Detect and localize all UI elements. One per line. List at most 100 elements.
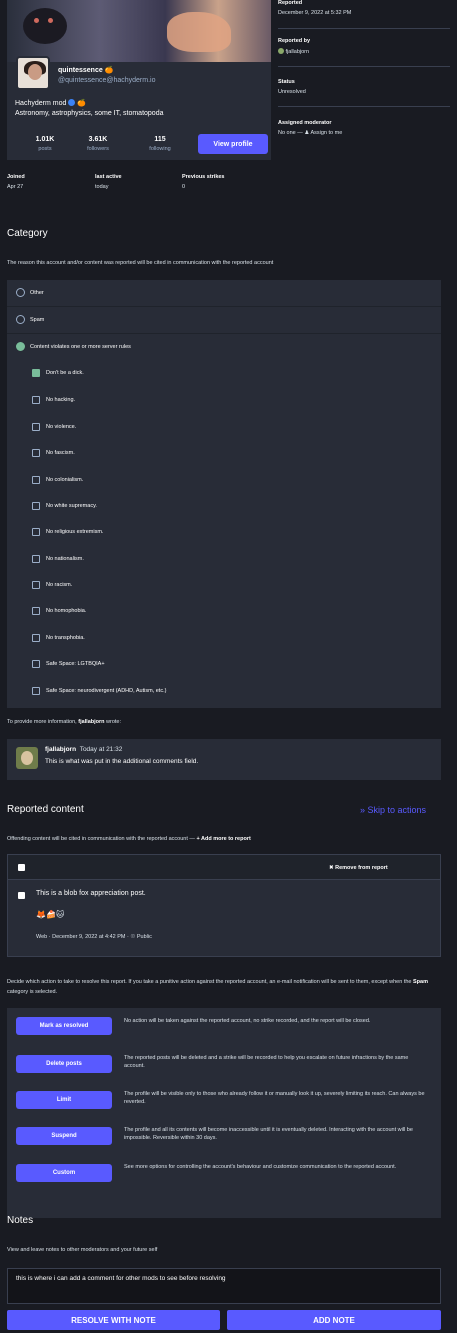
commenter-name[interactable]: fjallabjorn — [45, 746, 76, 753]
rule-option[interactable]: No violence. — [25, 418, 325, 438]
notes-title: Notes — [7, 1215, 34, 1226]
rule-label: Don't be a dick. — [46, 370, 84, 376]
verified-icon — [68, 99, 76, 106]
stat-followers[interactable]: 3.61K followers — [73, 136, 123, 152]
suspend-button[interactable]: Suspend — [16, 1127, 112, 1145]
post-meta[interactable]: Web · December 9, 2022 at 4:42 PM · ☉ Pu… — [36, 934, 152, 940]
rule-option[interactable]: No hacking. — [25, 391, 325, 411]
rule-label: No fascism. — [46, 450, 75, 456]
reported-by: Reported by fjallabjorn — [278, 38, 450, 67]
reported-info: Reported December 9, 2022 at 5:32 PM — [278, 0, 450, 29]
reported-content-description: Offending content will be cited in commu… — [7, 836, 251, 842]
double-chevron-down-icon: » — [360, 805, 366, 815]
rule-option[interactable]: No colonialism. — [25, 471, 325, 491]
assigned-moderator: Assigned moderator No one — ♟ Assign to … — [278, 120, 343, 136]
commenter-avatar[interactable] — [16, 747, 38, 769]
checkbox-icon[interactable] — [32, 476, 40, 484]
rule-label: Safe Space: LGTBQIA+ — [46, 661, 105, 667]
checkbox-icon[interactable] — [32, 581, 40, 589]
stat-posts[interactable]: 1.01K posts — [20, 136, 70, 152]
radio-icon[interactable] — [16, 315, 25, 324]
delete-posts-button[interactable]: Delete posts — [16, 1055, 112, 1073]
rule-label: No hacking. — [46, 397, 76, 403]
rule-option[interactable]: Don't be a dick. — [25, 364, 325, 384]
notes-description: View and leave notes to other moderators… — [7, 1247, 158, 1253]
custom-description: See more options for controlling the acc… — [124, 1164, 397, 1170]
comment-text: This is what was put in the additional c… — [45, 758, 199, 765]
checkbox-checked-icon[interactable] — [32, 369, 40, 377]
radio-checked-icon[interactable] — [16, 342, 25, 351]
limit-description: The profile will be visible only to thos… — [124, 1091, 425, 1105]
skip-to-actions-link[interactable]: » Skip to actions — [360, 805, 426, 815]
rule-option[interactable]: Safe Space: neurodivergent (ADHD, Autism… — [25, 682, 325, 702]
rule-option[interactable]: No nationalism. — [25, 550, 325, 570]
rule-label: No nationalism. — [46, 556, 84, 562]
rule-option[interactable]: No homophobia. — [25, 602, 325, 622]
checkbox-icon[interactable] — [32, 687, 40, 695]
checkbox-icon[interactable] — [32, 502, 40, 510]
bio-line2: Astronomy, astrophysics, some IT, stomat… — [15, 110, 164, 117]
checkbox-icon[interactable] — [32, 607, 40, 615]
limit-button[interactable]: Limit — [16, 1091, 112, 1109]
display-name[interactable]: quintessence 🍊 — [58, 66, 113, 74]
comment-time: Today at 21:32 — [79, 746, 123, 753]
reporter-avatar — [278, 48, 284, 54]
rule-option[interactable]: No transphobia. — [25, 629, 325, 649]
user-icon: ♟ — [304, 130, 310, 136]
view-profile-button[interactable]: View profile — [198, 134, 268, 154]
custom-button[interactable]: Custom — [16, 1164, 112, 1182]
add-more-link[interactable]: + Add more to report — [196, 836, 250, 842]
rule-label: No violence. — [46, 424, 77, 430]
profile-header-image — [7, 0, 271, 62]
remove-from-report-button[interactable]: ✖ Remove from report — [329, 865, 388, 871]
reporter-link[interactable]: fjallabjorn — [286, 49, 310, 55]
post-emojis: 🦊🍰🐱 — [36, 910, 64, 919]
rule-option[interactable]: No religious extremism. — [25, 523, 325, 543]
category-title: Category — [7, 228, 48, 239]
radio-icon[interactable] — [16, 288, 25, 297]
mark-as-resolved-description: No action will be taken against the repo… — [124, 1018, 371, 1024]
rule-option[interactable]: Safe Space: LGTBQIA+ — [25, 655, 325, 675]
checkbox-icon[interactable] — [32, 555, 40, 563]
post-text: This is a blob fox appreciation post. — [36, 890, 146, 897]
comment-intro: To provide more information, fjallabjorn… — [7, 719, 122, 725]
suspend-description: The profile and all its contents will be… — [124, 1127, 413, 1141]
checkbox-icon[interactable] — [32, 396, 40, 404]
rule-label: No racism. — [46, 582, 73, 588]
category-option-other[interactable]: Other — [7, 280, 441, 307]
reported-posts-box: ✖ Remove from report This is a blob fox … — [7, 854, 441, 957]
actions-box: Mark as resolved No action will be taken… — [7, 1008, 441, 1218]
reported-content-title: Reported content — [7, 804, 84, 815]
checkbox-icon[interactable] — [32, 528, 40, 536]
note-textarea[interactable]: this is where i can add a comment for ot… — [7, 1268, 441, 1304]
mark-as-resolved-button[interactable]: Mark as resolved — [16, 1017, 112, 1035]
account-handle: @quintessence@hachyderm.io — [58, 77, 156, 84]
rule-label: No transphobia. — [46, 635, 85, 641]
post-checkbox[interactable] — [18, 892, 25, 899]
blobfox-cat-emoji-icon: 🐱 — [55, 910, 65, 919]
joined: Joined Apr 27 — [7, 174, 25, 190]
additional-comment: fjallabjorn Today at 21:32 This is what … — [7, 739, 441, 780]
select-all-checkbox[interactable] — [18, 864, 25, 871]
category-option-rules[interactable]: Content violates one or more server rule… — [7, 334, 441, 361]
checkbox-icon[interactable] — [32, 634, 40, 642]
assign-to-me-link[interactable]: Assign to me — [310, 130, 342, 136]
resolve-with-note-button[interactable]: RESOLVE WITH NOTE — [7, 1310, 220, 1330]
rule-option[interactable]: No racism. — [25, 576, 325, 596]
rule-option[interactable]: No fascism. — [25, 444, 325, 464]
blobfox-heart-emoji-icon: 🍰 — [45, 910, 56, 919]
batch-header: ✖ Remove from report — [8, 855, 440, 880]
category-option-spam[interactable]: Spam — [7, 307, 441, 334]
rule-option[interactable]: No white supremacy. — [25, 497, 325, 517]
actions-intro: Decide which action to take to resolve t… — [7, 979, 428, 995]
add-note-button[interactable]: ADD NOTE — [227, 1310, 441, 1330]
globe-icon: ☉ — [130, 934, 136, 940]
avatar[interactable] — [16, 56, 50, 90]
checkbox-icon[interactable] — [32, 449, 40, 457]
checkbox-icon[interactable] — [32, 423, 40, 431]
status: Status Unresolved — [278, 79, 450, 107]
rule-label: No religious extremism. — [46, 529, 104, 535]
stat-following[interactable]: 115 following — [135, 136, 185, 152]
category-description: The reason this account and/or content w… — [7, 260, 274, 266]
checkbox-icon[interactable] — [32, 660, 40, 668]
